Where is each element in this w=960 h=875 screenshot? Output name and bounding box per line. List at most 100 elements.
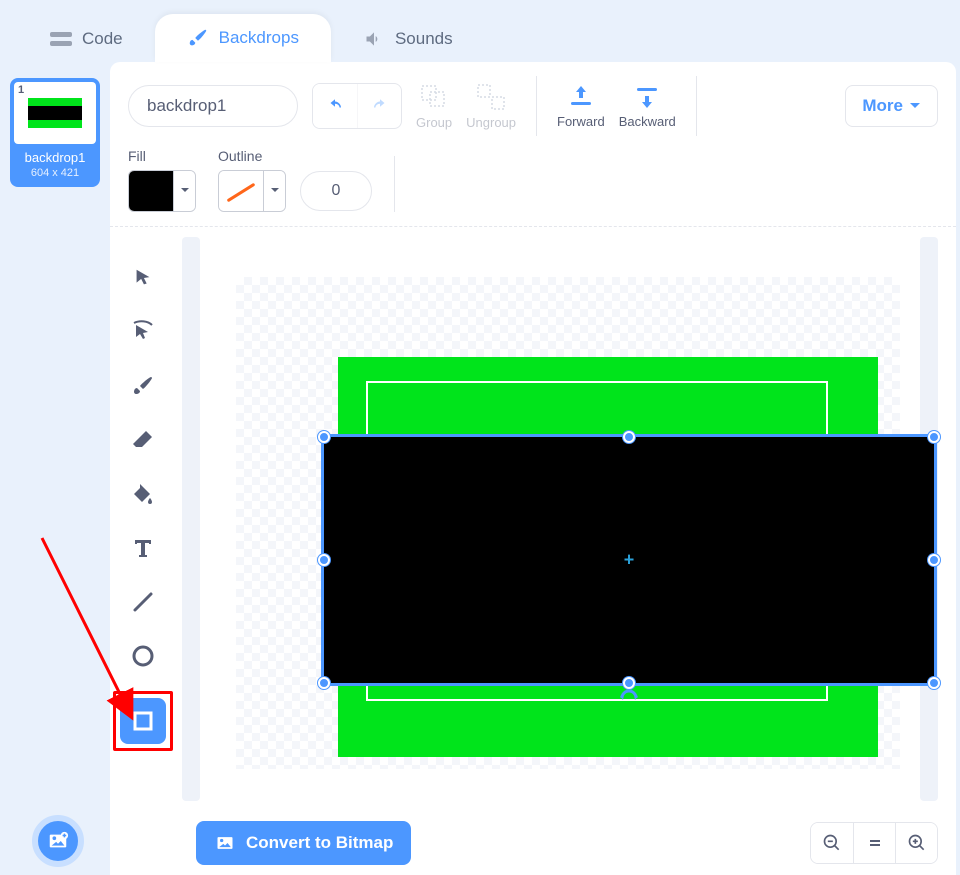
zoom-out-icon bbox=[822, 833, 842, 853]
rectangle-icon bbox=[131, 709, 155, 733]
cursor-icon bbox=[132, 265, 154, 291]
backward-icon bbox=[633, 84, 661, 110]
zoom-controls bbox=[810, 822, 938, 864]
tool-select[interactable] bbox=[120, 255, 166, 301]
tool-text[interactable] bbox=[120, 525, 166, 571]
brush-tool-icon bbox=[131, 374, 155, 398]
tab-backdrops[interactable]: Backdrops bbox=[155, 14, 331, 62]
circle-icon bbox=[131, 644, 155, 668]
convert-to-bitmap-button[interactable]: Convert to Bitmap bbox=[196, 821, 411, 865]
selection-handle[interactable] bbox=[318, 554, 330, 566]
forward-label: Forward bbox=[557, 114, 605, 129]
tool-circle[interactable] bbox=[120, 633, 166, 679]
ungroup-button[interactable]: Ungroup bbox=[466, 83, 516, 130]
divider bbox=[536, 76, 537, 136]
fill-color-swatch bbox=[129, 171, 173, 211]
outline-swatch[interactable] bbox=[218, 170, 286, 212]
divider bbox=[394, 156, 395, 212]
chevron-down-icon bbox=[270, 187, 280, 195]
toolbar-row-2: Fill Outline 0 bbox=[110, 144, 956, 227]
backdrop-thumb-dimensions: 604 x 421 bbox=[31, 167, 79, 179]
code-icon bbox=[50, 30, 72, 48]
brush-icon bbox=[187, 27, 209, 49]
backdrop-sidebar: 1 backdrop1 604 x 421 bbox=[0, 62, 110, 875]
text-icon bbox=[132, 537, 154, 559]
annotation-highlight bbox=[113, 691, 173, 751]
ungroup-label: Ungroup bbox=[466, 115, 516, 130]
tab-code-label: Code bbox=[82, 29, 123, 49]
selection-handle[interactable] bbox=[928, 431, 940, 443]
bucket-icon bbox=[130, 482, 156, 506]
equals-icon bbox=[867, 835, 883, 851]
chevron-down-icon bbox=[180, 187, 190, 195]
group-label: Group bbox=[416, 115, 452, 130]
outline-dropdown[interactable] bbox=[263, 171, 285, 211]
tab-sounds[interactable]: Sounds bbox=[331, 16, 485, 62]
tool-strip bbox=[110, 227, 176, 811]
tab-backdrops-label: Backdrops bbox=[219, 28, 299, 48]
chevron-down-icon bbox=[909, 101, 921, 111]
outline-label: Outline bbox=[218, 148, 372, 164]
tab-code[interactable]: Code bbox=[18, 16, 155, 62]
fill-dropdown[interactable] bbox=[173, 171, 195, 211]
forward-button[interactable]: Forward bbox=[557, 84, 605, 129]
fill-control: Fill bbox=[128, 148, 196, 212]
redo-icon bbox=[369, 97, 391, 115]
undo-icon bbox=[324, 97, 346, 115]
fill-label: Fill bbox=[128, 148, 196, 164]
selection-handle[interactable] bbox=[318, 677, 330, 689]
zoom-out-button[interactable] bbox=[811, 823, 853, 863]
tool-eraser[interactable] bbox=[120, 417, 166, 463]
selection-handle[interactable] bbox=[928, 554, 940, 566]
tool-brush[interactable] bbox=[120, 363, 166, 409]
canvas-area[interactable]: + bbox=[176, 227, 956, 811]
tool-line[interactable] bbox=[120, 579, 166, 625]
tab-sounds-label: Sounds bbox=[395, 29, 453, 49]
outline-control: Outline 0 bbox=[218, 148, 372, 212]
selection-handle[interactable] bbox=[318, 431, 330, 443]
reshape-icon bbox=[130, 319, 156, 345]
zoom-in-button[interactable] bbox=[895, 823, 937, 863]
image-icon bbox=[214, 833, 236, 853]
canvas-row: + bbox=[110, 227, 956, 811]
tool-reshape[interactable] bbox=[120, 309, 166, 355]
tool-fill[interactable] bbox=[120, 471, 166, 517]
eraser-icon bbox=[131, 428, 155, 452]
add-backdrop-button[interactable] bbox=[32, 815, 84, 867]
image-plus-icon bbox=[46, 830, 70, 852]
fill-swatch[interactable] bbox=[128, 170, 196, 212]
outline-width-input[interactable]: 0 bbox=[300, 171, 372, 211]
undo-button[interactable] bbox=[313, 84, 357, 128]
backdrop-thumb-index: 1 bbox=[18, 84, 24, 96]
center-crosshair-icon: + bbox=[624, 550, 635, 571]
bottom-bar: Convert to Bitmap bbox=[110, 811, 956, 875]
zoom-reset-button[interactable] bbox=[853, 823, 895, 863]
backward-label: Backward bbox=[619, 114, 676, 129]
selection-handle[interactable] bbox=[928, 677, 940, 689]
scrollbar-left[interactable] bbox=[182, 237, 200, 801]
outline-color-swatch bbox=[219, 171, 263, 211]
divider bbox=[696, 76, 697, 136]
line-icon bbox=[131, 590, 155, 614]
convert-label: Convert to Bitmap bbox=[246, 833, 393, 853]
shape-black-rectangle-selected[interactable]: + bbox=[324, 437, 934, 683]
tab-bar: Code Backdrops Sounds bbox=[0, 0, 960, 62]
sound-icon bbox=[363, 29, 385, 49]
selection-handle[interactable] bbox=[623, 431, 635, 443]
paint-stage[interactable]: + bbox=[236, 277, 900, 769]
redo-button[interactable] bbox=[357, 84, 401, 128]
more-label: More bbox=[862, 96, 903, 116]
tool-rectangle[interactable] bbox=[120, 698, 166, 744]
backdrop-thumb[interactable]: 1 backdrop1 604 x 421 bbox=[10, 78, 100, 187]
rotation-handle[interactable] bbox=[618, 686, 640, 711]
undo-redo-group bbox=[312, 83, 402, 129]
backward-button[interactable]: Backward bbox=[619, 84, 676, 129]
group-icon bbox=[419, 83, 449, 111]
zoom-in-icon bbox=[907, 833, 927, 853]
more-button[interactable]: More bbox=[845, 85, 938, 127]
backdrop-thumb-preview: 1 bbox=[14, 82, 96, 144]
costume-name-input[interactable] bbox=[128, 85, 298, 127]
group-button[interactable]: Group bbox=[416, 83, 452, 130]
ungroup-icon bbox=[476, 83, 506, 111]
toolbar-row-1: Group Ungroup Forward Backward More bbox=[110, 62, 956, 144]
